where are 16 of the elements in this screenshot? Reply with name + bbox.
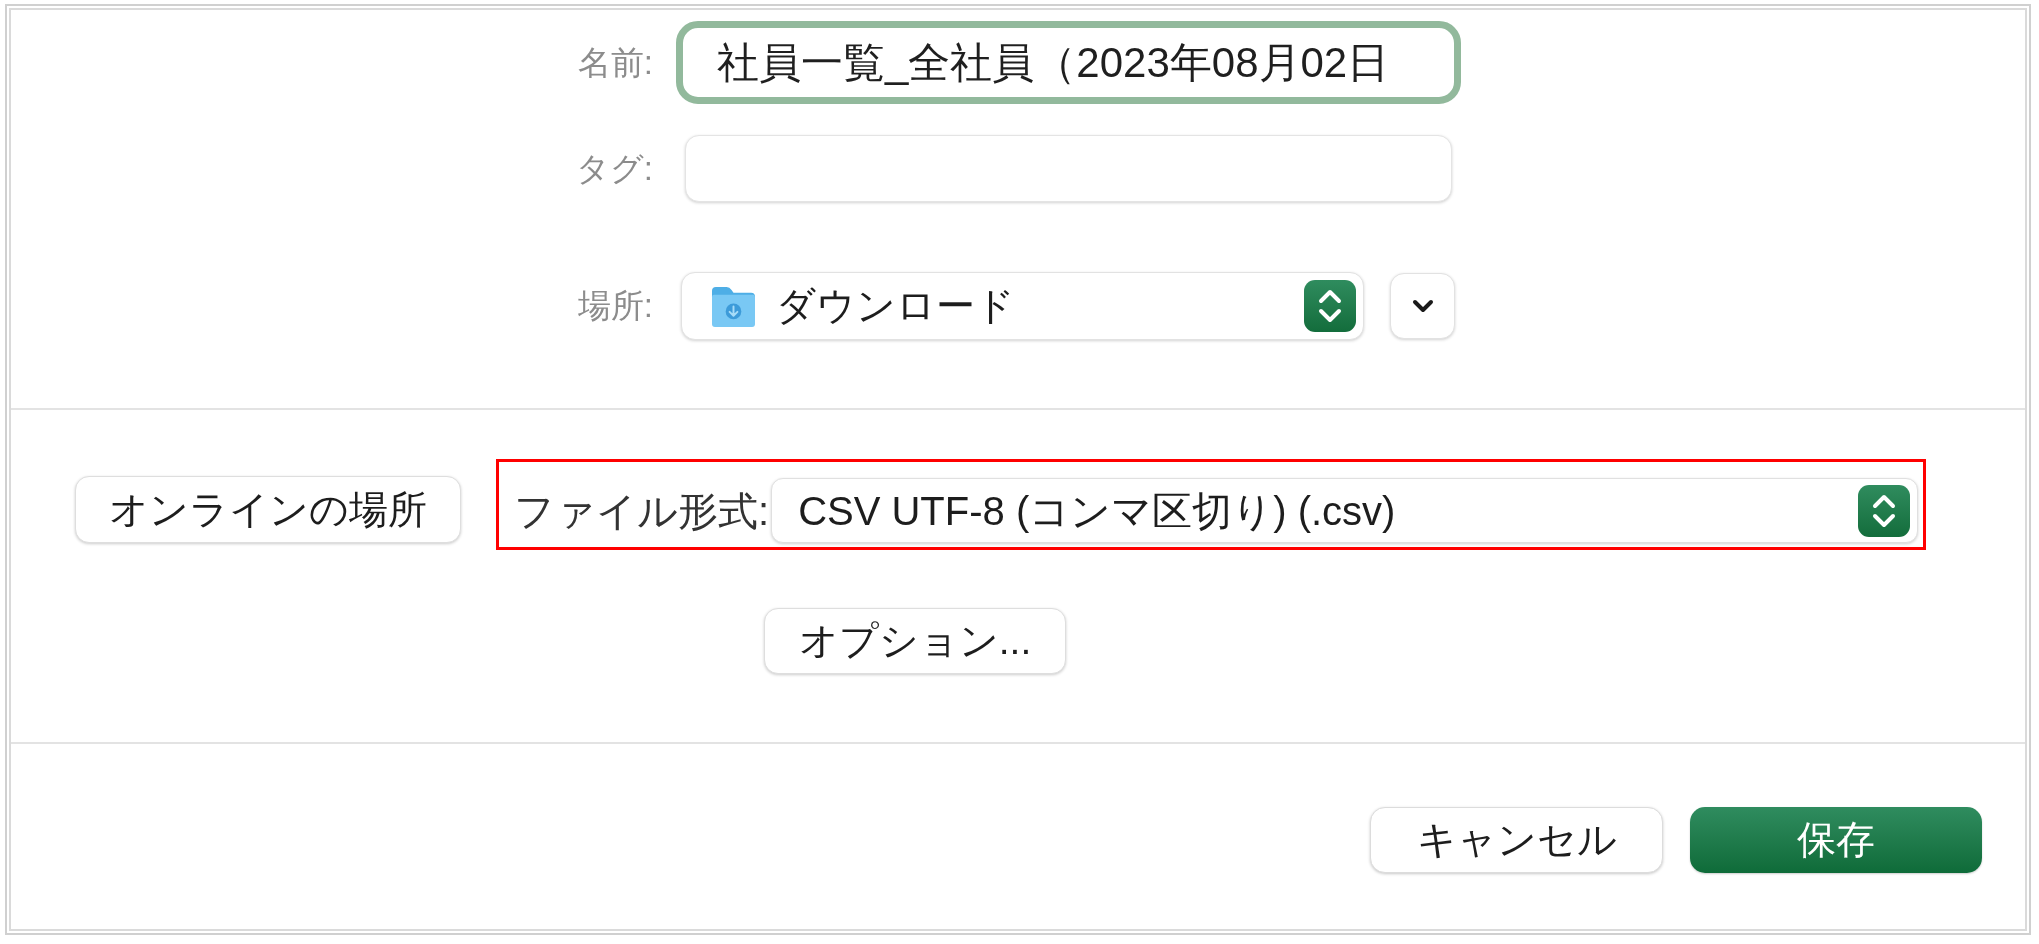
- field-label: ファイル形式:: [514, 487, 770, 535]
- field-label: 名前:: [577, 42, 653, 83]
- up-down-chevron-icon: [1304, 280, 1356, 332]
- name-field[interactable]: 社員一覧_全社員（2023年08月02日: [676, 21, 1461, 104]
- field-label: 場所:: [577, 286, 653, 326]
- location-popup[interactable]: ダウンロード: [681, 272, 1364, 340]
- cancel-button[interactable]: キャンセル: [1370, 807, 1663, 873]
- folder-icon: [710, 284, 757, 328]
- disclosure-button[interactable]: [1390, 273, 1455, 339]
- options-button[interactable]: オプション...: [764, 608, 1066, 674]
- field-label: タグ:: [575, 148, 653, 189]
- online-locations-button[interactable]: オンラインの場所: [75, 476, 461, 543]
- file-format-popup[interactable]: CSV UTF-8 (コンマ区切り) (.csv): [771, 478, 1918, 543]
- save-button[interactable]: 保存: [1690, 807, 1982, 873]
- tags-field[interactable]: [685, 135, 1452, 202]
- up-down-chevron-icon: [1858, 484, 1910, 537]
